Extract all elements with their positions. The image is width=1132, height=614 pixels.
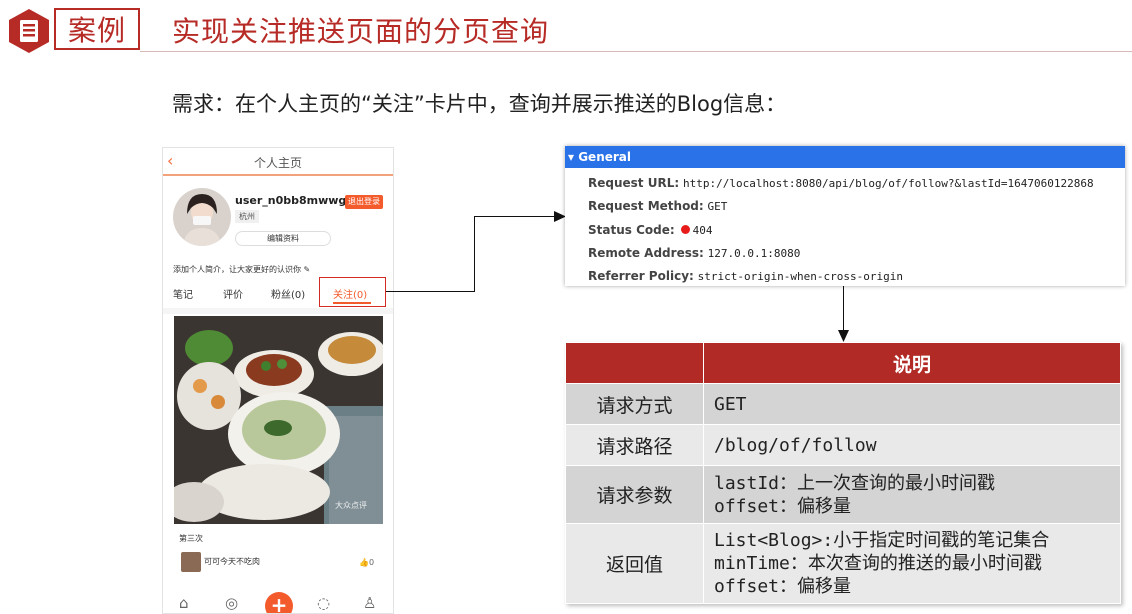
table-key: 请求路径 [565,424,704,466]
table-row: 请求方式 GET [565,383,1121,425]
table-header: 说明 [703,342,1121,384]
bottom-nav: ⌂ ◎ + ◌ ♙ [163,588,393,613]
tab-fans[interactable]: 粉丝(0) [271,286,305,301]
table-value: GET [703,383,1121,425]
thumbs-up-icon: 👍 [359,558,369,567]
follow-tab-highlight [319,277,386,307]
connector-line [474,216,475,292]
general-row-status: Status Code: 404 [588,223,713,237]
table-value: /blog/of/follow [703,424,1121,466]
table-key: 请求方式 [565,383,704,425]
table-row: 请求路径 /blog/of/follow [565,424,1121,466]
table-key: 请求参数 [565,465,704,524]
photo-watermark: 大众点评 [335,501,367,510]
phone-screenshot: ‹ 个人主页 user_n0bb8mwwg4 退出登录 杭州 编辑资料 添加个人… [162,147,394,614]
user-icon[interactable]: ♙ [363,594,376,612]
location-icon[interactable]: ◎ [225,594,238,612]
blog-photo[interactable] [174,316,383,524]
author-name: 可可今天不吃肉 [204,557,260,566]
general-row-url: Request URL: http://localhost:8080/api/b… [588,176,1094,190]
table-value: lastId：上一次查询的最小时间戳 offset：偏移量 [703,465,1121,524]
general-panel: ▾ General Request URL: http://localhost:… [565,146,1125,286]
tab-reviews[interactable]: 评价 [223,286,243,301]
author-avatar [181,552,201,572]
general-row-remote: Remote Address: 127.0.0.1:8080 [588,246,801,260]
connector-line [474,216,556,217]
page-title: 实现关注推送页面的分页查询 [172,15,550,48]
edit-profile-button[interactable]: 编辑资料 [235,231,331,246]
connector-line [386,291,474,292]
avatar [173,188,231,246]
table-row: 返回值 List<Blog>:小于指定时间戳的笔记集合 minTime：本次查询… [565,523,1121,604]
general-header[interactable]: ▾ General [565,146,1125,168]
table-key: 返回值 [565,523,704,604]
case-badge: 案例 [54,8,140,50]
add-button[interactable]: + [265,592,293,613]
blog-caption: 第三次 [179,534,203,543]
general-row-referrer: Referrer Policy: strict-origin-when-cros… [588,269,903,283]
table-value: List<Blog>:小于指定时间戳的笔记集合 minTime：本次查询的推送的… [703,523,1121,604]
status-dot-icon [680,225,690,234]
connector-line [843,286,844,330]
general-row-method: Request Method: GET [588,199,728,213]
table-header-row: 说明 [565,342,1121,384]
case-icon [9,9,49,53]
header-divider [140,51,1132,52]
arrow-down-icon [838,330,849,342]
home-icon[interactable]: ⌂ [179,594,189,612]
username: user_n0bb8mwwg4 [235,194,354,207]
phone-top-bar: ‹ 个人主页 [163,148,393,176]
like-count[interactable]: 👍0 [359,558,374,567]
message-icon[interactable]: ◌ [317,594,330,612]
section-divider [163,308,393,314]
bio-text[interactable]: 添加个人简介，让大家更好的认识你 ✎ [173,264,310,275]
api-spec-table: 说明 请求方式 GET 请求路径 /blog/of/follow 请求参数 la… [565,342,1121,604]
city-tag: 杭州 [235,210,259,223]
table-header-blank [565,342,704,384]
phone-title: 个人主页 [253,156,302,170]
requirement-text: 需求：在个人主页的“关注”卡片中，查询并展示推送的Blog信息： [172,92,787,116]
table-row: 请求参数 lastId：上一次查询的最小时间戳 offset：偏移量 [565,465,1121,524]
logout-button[interactable]: 退出登录 [345,195,383,209]
tab-notes[interactable]: 笔记 [173,286,193,301]
